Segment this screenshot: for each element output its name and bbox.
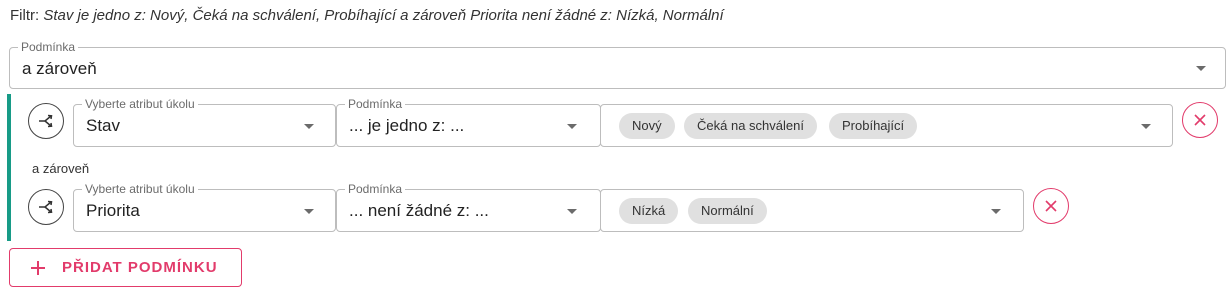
add-condition-label: PŘIDAT PODMÍNKU <box>62 259 218 276</box>
shuffle-button[interactable] <box>28 189 64 225</box>
filter-prefix: Filtr: <box>10 7 44 24</box>
chevron-down-icon <box>567 124 577 129</box>
filter-builder: Filtr: Stav je jedno z: Nový, Čeká na sc… <box>0 0 1231 291</box>
attribute-value: Priorita <box>86 201 140 220</box>
chevron-down-icon <box>304 124 314 129</box>
top-condition-value: a zároveň <box>22 59 97 78</box>
plus-icon <box>30 260 46 276</box>
value-chip[interactable]: Čeká na schválení <box>684 113 817 139</box>
value-chip[interactable]: Normální <box>688 198 767 224</box>
shuffle-button[interactable] <box>28 103 64 139</box>
top-condition-label: Podmínka <box>18 40 79 54</box>
remove-condition-button[interactable] <box>1182 102 1218 138</box>
attribute-label: Vyberte atribut úkolu <box>82 97 198 111</box>
chevron-down-icon <box>1141 124 1151 129</box>
conjunction-label: a zároveň <box>32 161 90 176</box>
chevron-down-icon <box>991 209 1001 214</box>
close-icon <box>1194 114 1206 126</box>
chevron-down-icon <box>567 209 577 214</box>
remove-condition-button[interactable] <box>1033 188 1069 224</box>
condition-select[interactable]: Podmínka ... není žádné z: ... <box>336 182 601 232</box>
condition-label: Podmínka <box>345 97 406 111</box>
condition-label: Podmínka <box>345 182 406 196</box>
values-multiselect[interactable]: Nový Čeká na schválení Probíhající <box>600 104 1173 147</box>
condition-group-bar <box>7 94 11 241</box>
value-chip[interactable]: Probíhající <box>829 113 918 139</box>
top-condition-select[interactable]: Podmínka a zároveň <box>9 40 1226 89</box>
condition-value: ... je jedno z: ... <box>349 116 465 135</box>
condition-select[interactable]: Podmínka ... je jedno z: ... <box>336 97 601 147</box>
add-condition-button[interactable]: PŘIDAT PODMÍNKU <box>9 248 242 287</box>
close-icon <box>1045 200 1057 212</box>
condition-value: ... není žádné z: ... <box>349 201 489 220</box>
filter-description: Stav je jedno z: Nový, Čeká na schválení… <box>43 7 724 24</box>
value-chip[interactable]: Nový <box>619 113 675 139</box>
value-chip[interactable]: Nízká <box>619 198 679 224</box>
values-multiselect[interactable]: Nízká Normální <box>600 189 1024 232</box>
chevron-down-icon <box>1196 66 1206 71</box>
filter-summary: Filtr: Stav je jedno z: Nový, Čeká na sc… <box>10 7 724 24</box>
attribute-select[interactable]: Vyberte atribut úkolu Priorita <box>73 182 336 232</box>
shuffle-icon <box>39 200 53 214</box>
chevron-down-icon <box>304 209 314 214</box>
attribute-value: Stav <box>86 116 121 135</box>
shuffle-icon <box>39 114 53 128</box>
attribute-label: Vyberte atribut úkolu <box>82 182 198 196</box>
attribute-select[interactable]: Vyberte atribut úkolu Stav <box>73 97 336 147</box>
